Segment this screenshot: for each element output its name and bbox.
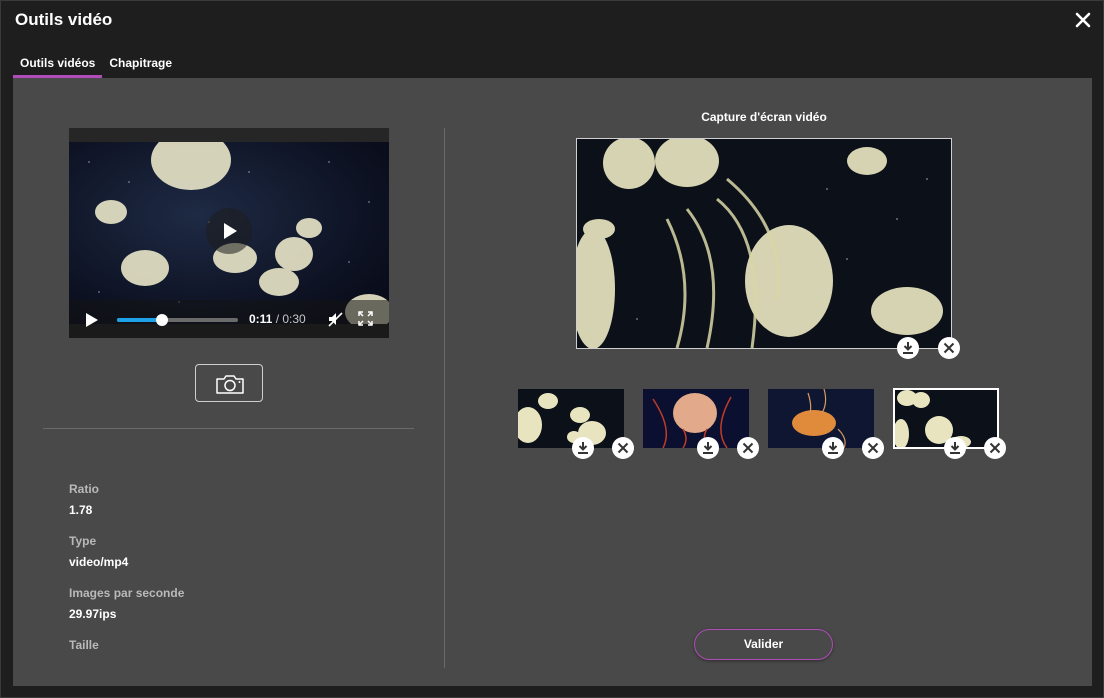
title-bar: Outils vidéo (1, 1, 1103, 41)
section-divider (43, 428, 414, 429)
panel-divider (444, 128, 445, 668)
meta-label: Taille (69, 638, 99, 652)
close-icon[interactable] (1073, 10, 1093, 30)
time-separator: / (272, 312, 283, 326)
current-time: 0:11 (249, 312, 273, 326)
tab-content-panel: 0:11 / 0:30 Ratio 1.78 Type video/mp4 Im… (13, 78, 1092, 686)
thumbnail[interactable] (643, 389, 749, 448)
meta-label: Ratio (69, 482, 99, 496)
thumbnail[interactable] (518, 389, 624, 448)
meta-value: 29.97ips (69, 607, 117, 621)
delete-thumbnail-button[interactable] (862, 437, 884, 459)
meta-value: 1.78 (69, 503, 93, 517)
delete-thumbnail-button[interactable] (612, 437, 634, 459)
download-thumbnail-button[interactable] (822, 437, 844, 459)
play-overlay-icon[interactable] (206, 208, 252, 254)
download-thumbnail-button[interactable] (944, 437, 966, 459)
download-icon (903, 342, 913, 354)
close-circle-icon (867, 442, 879, 454)
download-capture-button[interactable] (897, 337, 919, 359)
video-player[interactable]: 0:11 / 0:30 (69, 128, 389, 338)
meta-label: Images par seconde (69, 586, 185, 600)
dialog-title: Outils vidéo (15, 10, 113, 29)
close-circle-icon (742, 442, 754, 454)
tab-bar: Outils vidéos Chapitrage (13, 51, 179, 78)
meta-ratio: Ratio 1.78 (69, 482, 369, 517)
meta-type: Type video/mp4 (69, 534, 369, 569)
delete-thumbnail-button[interactable] (984, 437, 1006, 459)
tab-video-tools[interactable]: Outils vidéos (13, 51, 103, 78)
download-thumbnail-button[interactable] (697, 437, 719, 459)
capture-preview (576, 138, 952, 349)
download-icon (578, 442, 588, 454)
validate-button[interactable]: Valider (694, 629, 833, 660)
camera-icon (216, 375, 244, 394)
thumbnail[interactable] (768, 389, 874, 448)
meta-fps: Images par seconde 29.97ips (69, 586, 369, 621)
meta-value: video/mp4 (69, 555, 129, 569)
seek-bar[interactable] (117, 314, 238, 326)
close-circle-icon (943, 342, 955, 354)
download-icon (950, 442, 960, 454)
time-display: 0:11 / 0:30 (249, 312, 306, 326)
seek-handle[interactable] (155, 314, 168, 326)
play-icon[interactable] (85, 312, 99, 328)
video-letterbox (69, 128, 389, 142)
fullscreen-icon[interactable] (358, 311, 373, 326)
video-tools-dialog: Outils vidéo Outils vidéos Chapitrage 0:… (0, 0, 1104, 698)
tab-chaptering[interactable]: Chapitrage (102, 51, 179, 78)
download-thumbnail-button[interactable] (572, 437, 594, 459)
take-screenshot-button[interactable] (195, 364, 263, 402)
download-icon (828, 442, 838, 454)
close-circle-icon (617, 442, 629, 454)
muted-icon[interactable] (327, 311, 343, 327)
delete-capture-button[interactable] (938, 337, 960, 359)
capture-title: Capture d'écran vidéo (701, 110, 827, 124)
download-icon (703, 442, 713, 454)
meta-size: Taille (69, 638, 369, 659)
duration: 0:30 (282, 312, 306, 326)
meta-label: Type (69, 534, 97, 548)
delete-thumbnail-button[interactable] (737, 437, 759, 459)
player-controls: 0:11 / 0:30 (69, 300, 389, 338)
close-circle-icon (989, 442, 1001, 454)
